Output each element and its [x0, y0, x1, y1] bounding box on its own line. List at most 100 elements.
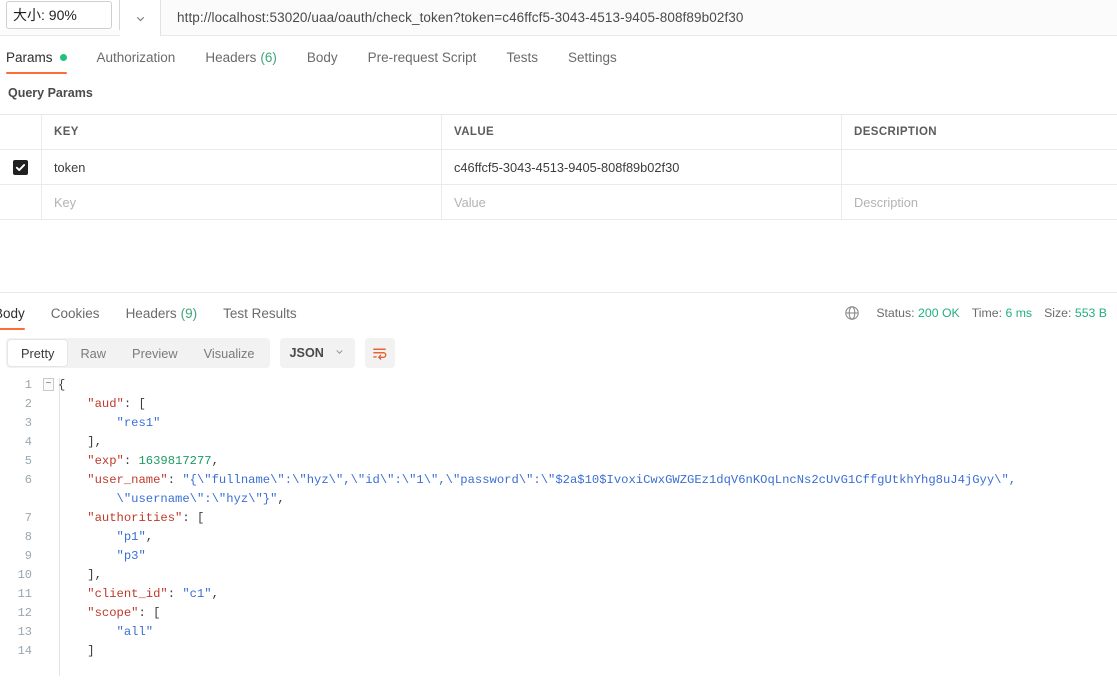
code-text: \"username\":\"hyz\"}", [56, 490, 1117, 509]
header-value: VALUE [442, 115, 842, 149]
response-meta: Status: 200 OK Time: 6 ms Size: 553 B [844, 296, 1107, 330]
row-description-input[interactable] [842, 150, 1117, 184]
code-line: 1−{ [0, 376, 1117, 395]
response-tab-cookies-label: Cookies [50, 305, 100, 321]
url-bar: 大小: 90% http://localhost:53020/uaa/oauth… [0, 0, 1117, 36]
line-number: 6 [24, 473, 32, 487]
code-line: 11 "client_id": "c1", [0, 585, 1117, 604]
code-token: "client_id" [87, 587, 168, 601]
code-token: : [ [138, 606, 161, 620]
tab-headers[interactable]: Headers (6) [205, 36, 277, 78]
body-format-toolbar: Pretty Raw Preview Visualize JSON [6, 336, 395, 370]
code-text: "res1" [56, 414, 1117, 433]
chevron-down-icon[interactable] [120, 0, 160, 36]
new-key-input[interactable]: Key [42, 185, 442, 219]
code-token: ] [58, 644, 95, 658]
table-header-row: KEY VALUE DESCRIPTION [0, 115, 1117, 150]
code-token: "p3" [116, 549, 146, 563]
format-visualize[interactable]: Visualize [191, 340, 268, 366]
code-text: "exp": 1639817277, [56, 452, 1117, 471]
tab-settings[interactable]: Settings [568, 36, 617, 78]
table-row-empty[interactable]: Key Value Description [0, 185, 1117, 220]
response-divider [0, 292, 1117, 293]
new-description-input[interactable]: Description [842, 185, 1117, 219]
code-token: : [167, 587, 183, 601]
code-text: "user_name": "{\"fullname\":\"hyz\",\"id… [56, 471, 1117, 490]
code-token: , [211, 454, 219, 468]
code-line: 3 "res1" [0, 414, 1117, 433]
code-token: "aud" [87, 397, 124, 411]
code-token: "user_name" [87, 473, 168, 487]
code-text: "client_id": "c1", [56, 585, 1117, 604]
tab-pre-request-script[interactable]: Pre-request Script [368, 36, 477, 78]
code-text: "p3" [56, 547, 1117, 566]
line-number: 5 [24, 454, 32, 468]
code-text: "authorities": [ [56, 509, 1117, 528]
response-tab-body[interactable]: Body [0, 296, 25, 330]
code-token: "scope" [87, 606, 139, 620]
word-wrap-icon[interactable] [364, 338, 395, 368]
tab-body[interactable]: Body [307, 36, 338, 78]
chevron-down-icon [334, 346, 345, 360]
code-line: 8 "p1", [0, 528, 1117, 547]
line-number: 13 [17, 625, 32, 639]
code-token: : [ [123, 397, 146, 411]
tab-tests[interactable]: Tests [506, 36, 538, 78]
code-text: ], [56, 433, 1117, 452]
time-value: 6 ms [1005, 306, 1033, 320]
code-text: "all" [56, 623, 1117, 642]
code-token: "all" [116, 625, 154, 639]
code-token: "c1" [182, 587, 212, 601]
response-body-code[interactable]: 1−{2 "aud": [3 "res1" 4 ], 5 "exp": 163981… [0, 376, 1117, 681]
code-line: 5 "exp": 1639817277, [0, 452, 1117, 471]
code-line: 14 ] [0, 642, 1117, 661]
code-token: : [123, 454, 139, 468]
code-token: 1639817277 [138, 454, 212, 468]
response-tab-headers[interactable]: Headers (9) [126, 296, 198, 330]
response-tab-test-results[interactable]: Test Results [223, 296, 297, 330]
row-key-input[interactable]: token [42, 150, 442, 184]
line-number: 2 [24, 397, 32, 411]
size-value: 553 B [1074, 306, 1107, 320]
header-description: DESCRIPTION [854, 126, 937, 138]
line-number: 12 [17, 606, 32, 620]
zoom-value[interactable]: 大小: 90% [6, 1, 112, 29]
row-checkbox-cell-empty [0, 185, 42, 219]
code-token: : [ [182, 511, 205, 525]
format-pretty[interactable]: Pretty [8, 340, 68, 366]
line-number: 8 [24, 530, 32, 544]
new-value-input[interactable]: Value [442, 185, 842, 219]
url-input[interactable]: http://localhost:53020/uaa/oauth/check_t… [161, 0, 1117, 35]
tab-headers-count: (6) [260, 49, 277, 65]
code-token: "p1" [116, 530, 146, 544]
zoom-control[interactable]: 大小: 90% [0, 0, 120, 30]
query-params-label: Query Params [8, 86, 93, 100]
size-label: Size: [1044, 306, 1072, 320]
format-raw[interactable]: Raw [67, 340, 119, 366]
code-line: \"username\":\"hyz\"}", [0, 490, 1117, 509]
response-tab-headers-label: Headers [125, 305, 177, 321]
tab-pre-request-script-label: Pre-request Script [367, 49, 477, 65]
response-tab-cookies[interactable]: Cookies [51, 296, 100, 330]
format-preview[interactable]: Preview [119, 340, 191, 366]
line-number: 3 [24, 416, 32, 430]
tab-authorization[interactable]: Authorization [97, 36, 176, 78]
status-value: 200 OK [918, 306, 960, 320]
row-value-input[interactable]: c46ffcf5-3043-4513-9405-808f89b02f30 [442, 150, 842, 184]
code-line: 12 "scope": [ [0, 604, 1117, 623]
checkbox-checked-icon[interactable] [13, 159, 28, 175]
line-number: 10 [17, 568, 32, 582]
code-text: "p1", [56, 528, 1117, 547]
code-token: , [277, 492, 285, 506]
table-row[interactable]: token c46ffcf5-3043-4513-9405-808f89b02f… [0, 150, 1117, 185]
fold-toggle-icon[interactable]: − [42, 376, 56, 395]
tab-params[interactable]: Params [6, 36, 67, 78]
language-dropdown[interactable]: JSON [279, 338, 355, 368]
query-params-table: KEY VALUE DESCRIPTION token c46ffcf5-304… [0, 114, 1117, 220]
